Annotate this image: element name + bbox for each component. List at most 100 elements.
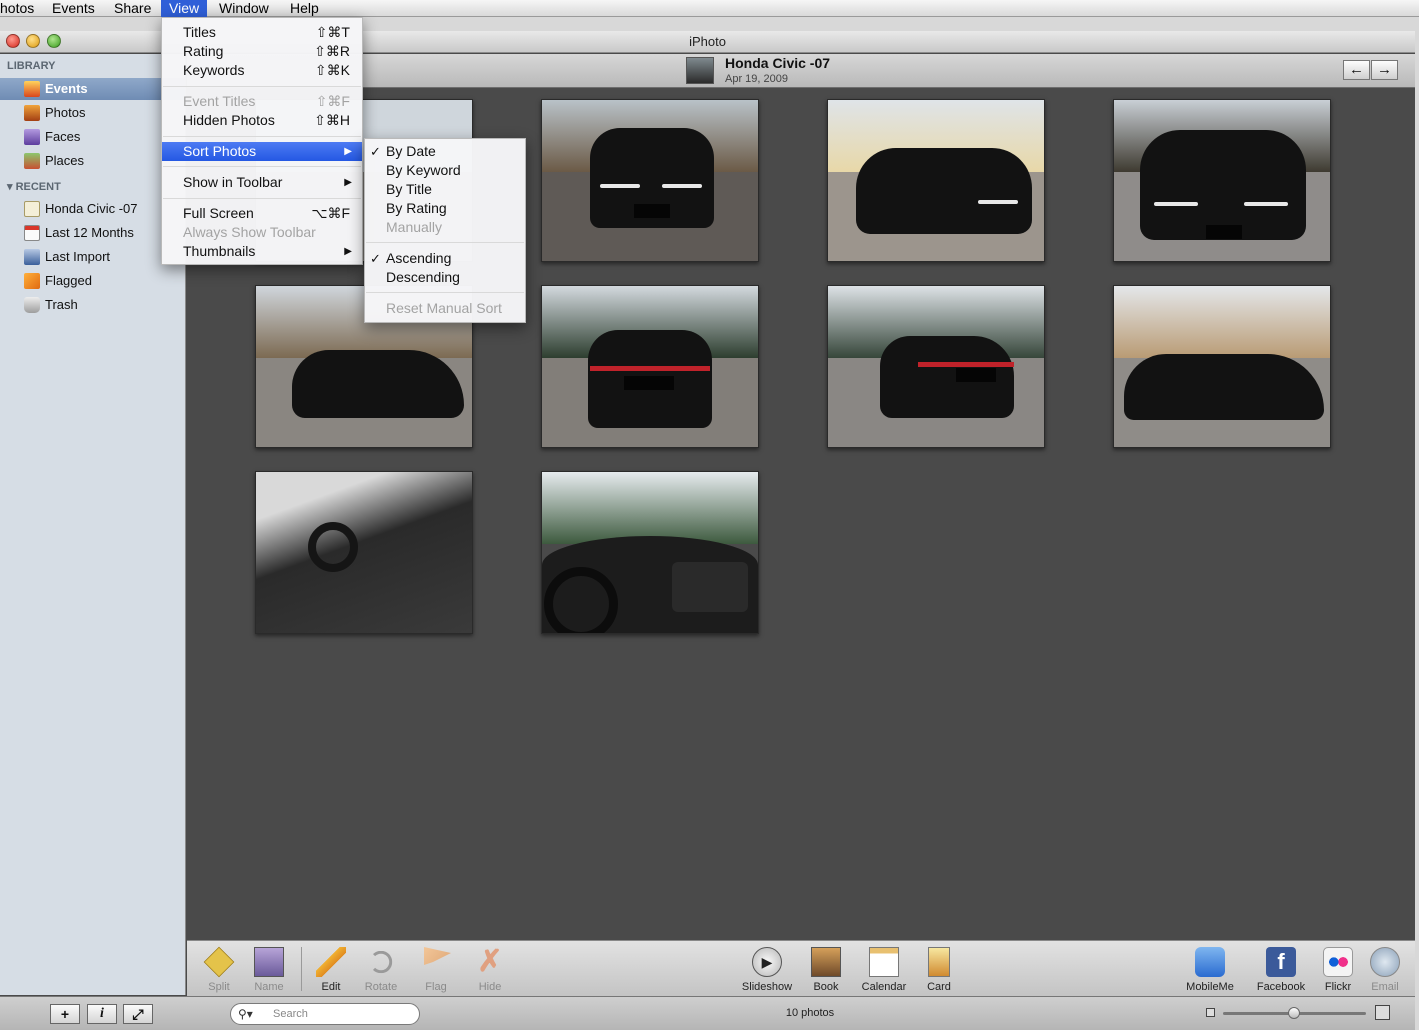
event-header: Honda Civic -07 Apr 19, 2009 ← → — [187, 54, 1415, 88]
search-placeholder: Search — [273, 1008, 308, 1020]
fullscreen-button[interactable]: ⤢ — [123, 1004, 153, 1024]
menu-separator — [163, 86, 361, 87]
places-icon — [24, 153, 40, 169]
sidebar-item-places[interactable]: Places — [0, 150, 185, 172]
menu-separator — [366, 242, 524, 243]
previous-event-button[interactable]: ← — [1343, 60, 1370, 80]
menu-item-titles[interactable]: Titles ⇧⌘T — [162, 23, 362, 42]
name-icon — [254, 947, 284, 977]
next-event-button[interactable]: → — [1371, 60, 1398, 80]
search-icon: ⚲▾ — [238, 1007, 253, 1021]
sidebar-item-photos[interactable]: Photos — [0, 102, 185, 124]
menu-separator — [366, 292, 524, 293]
menu-item-by-keyword[interactable]: By Keyword — [365, 161, 525, 180]
menu-item-full-screen[interactable]: Full Screen ⌥⌘F — [162, 204, 362, 223]
card-button[interactable]: Card — [911, 945, 967, 993]
window-title: iPhoto — [689, 34, 726, 49]
menu-photos[interactable]: hotos — [0, 0, 42, 17]
slider-knob[interactable] — [1288, 1007, 1300, 1019]
close-button[interactable] — [6, 34, 20, 48]
menu-help[interactable]: Help — [282, 0, 327, 17]
event-key-photo — [686, 57, 714, 84]
menu-bar: hotos Events Share View Window Help — [0, 0, 1419, 17]
menu-item-manually: Manually — [386, 219, 443, 235]
menu-item-by-date[interactable]: ✓ By Date — [365, 142, 525, 161]
photo-thumbnail[interactable] — [541, 99, 759, 262]
facebook-icon: f — [1266, 947, 1296, 977]
menu-item-hidden-photos[interactable]: Hidden Photos ⇧⌘H — [162, 111, 362, 130]
photo-thumbnail[interactable] — [541, 285, 759, 448]
sidebar-item-flagged[interactable]: Flagged — [0, 270, 185, 292]
minimize-button[interactable] — [26, 34, 40, 48]
email-icon — [1370, 947, 1400, 977]
menu-view[interactable]: View — [161, 0, 208, 17]
menu-window[interactable]: Window — [211, 0, 277, 17]
search-field[interactable]: ⚲▾ Search — [230, 1003, 420, 1025]
photo-thumbnail[interactable] — [541, 471, 759, 634]
small-thumbnail-icon — [1206, 1008, 1215, 1017]
menu-item-keywords[interactable]: Keywords ⇧⌘K — [162, 61, 362, 80]
trash-icon — [24, 297, 40, 313]
submenu-arrow-icon: ▶ — [344, 146, 352, 157]
calendar-button[interactable]: Calendar — [856, 945, 912, 993]
calendar-icon — [869, 947, 899, 977]
zoom-button[interactable] — [47, 34, 61, 48]
sidebar-item-last-12-months[interactable]: Last 12 Months — [0, 222, 185, 244]
menu-separator — [163, 166, 361, 167]
photo-thumbnail[interactable] — [827, 285, 1045, 448]
menu-item-event-titles: Event Titles ⇧⌘F — [183, 93, 350, 109]
flag-button[interactable]: Flag — [408, 945, 464, 993]
card-icon — [928, 947, 950, 977]
menu-item-by-title[interactable]: By Title — [365, 180, 525, 199]
sidebar-item-faces[interactable]: Faces — [0, 126, 185, 148]
photo-thumbnail[interactable] — [255, 471, 473, 634]
info-button[interactable]: i — [87, 1004, 117, 1024]
name-button[interactable]: Name — [241, 945, 297, 993]
photo-thumbnail[interactable] — [1113, 99, 1331, 262]
email-button[interactable]: Email — [1357, 945, 1413, 993]
menu-separator — [163, 136, 361, 137]
checkmark-icon: ✓ — [370, 144, 381, 159]
submenu-arrow-icon: ▶ — [344, 177, 352, 188]
sidebar-item-trash[interactable]: Trash — [0, 294, 185, 316]
play-icon: ▶ — [752, 947, 782, 977]
slideshow-button[interactable]: ▶ Slideshow — [739, 945, 795, 993]
mobileme-button[interactable]: MobileMe — [1182, 945, 1238, 993]
sidebar-item-honda-civic[interactable]: Honda Civic -07 — [0, 198, 185, 220]
menu-item-rating[interactable]: Rating ⇧⌘R — [162, 42, 362, 61]
rotate-icon — [369, 950, 393, 974]
menu-item-show-in-toolbar[interactable]: Show in Toolbar ▶ — [162, 173, 362, 192]
close-x-icon: ✗ — [477, 945, 503, 978]
edit-button[interactable]: Edit — [303, 945, 359, 993]
menu-separator — [163, 198, 361, 199]
import-icon — [24, 249, 40, 265]
book-button[interactable]: Book — [798, 945, 854, 993]
source-list: LIBRARY Events Photos Faces Places ▾ REC… — [0, 54, 186, 995]
sort-photos-submenu: ✓ By Date By Keyword By Title By Rating … — [364, 138, 526, 323]
menu-events[interactable]: Events — [44, 0, 103, 17]
photo-thumbnail[interactable] — [1113, 285, 1331, 448]
facebook-button[interactable]: f Facebook — [1253, 945, 1309, 993]
cloud-icon — [1195, 947, 1225, 977]
sidebar-item-events[interactable]: Events — [0, 78, 185, 100]
menu-item-ascending[interactable]: ✓ Ascending — [365, 249, 525, 268]
photo-count: 10 photos — [785, 1007, 835, 1019]
hide-button[interactable]: ✗ Hide — [462, 945, 518, 994]
add-button[interactable]: + — [50, 1004, 80, 1024]
rotate-button[interactable]: Rotate — [353, 945, 409, 993]
menu-item-descending[interactable]: Descending — [365, 268, 525, 287]
sidebar-item-last-import[interactable]: Last Import — [0, 246, 185, 268]
photo-thumbnail[interactable] — [827, 99, 1045, 262]
checkmark-icon: ✓ — [370, 251, 381, 266]
view-menu: Titles ⇧⌘T Rating ⇧⌘R Keywords ⇧⌘K Event… — [161, 17, 363, 265]
menu-item-thumbnails[interactable]: Thumbnails ▶ — [162, 242, 362, 261]
menu-item-sort-photos[interactable]: Sort Photos ▶ — [162, 142, 362, 161]
submenu-arrow-icon: ▶ — [344, 246, 352, 257]
menu-share[interactable]: Share — [106, 0, 159, 17]
bottom-toolbar: Split Name Edit Rotate Flag ✗ Hide ▶ Sli… — [187, 940, 1415, 996]
flickr-icon — [1323, 947, 1353, 977]
event-date: Apr 19, 2009 — [725, 73, 788, 85]
menu-item-by-rating[interactable]: By Rating — [365, 199, 525, 218]
book-icon — [811, 947, 841, 977]
split-button[interactable]: Split — [191, 945, 247, 993]
